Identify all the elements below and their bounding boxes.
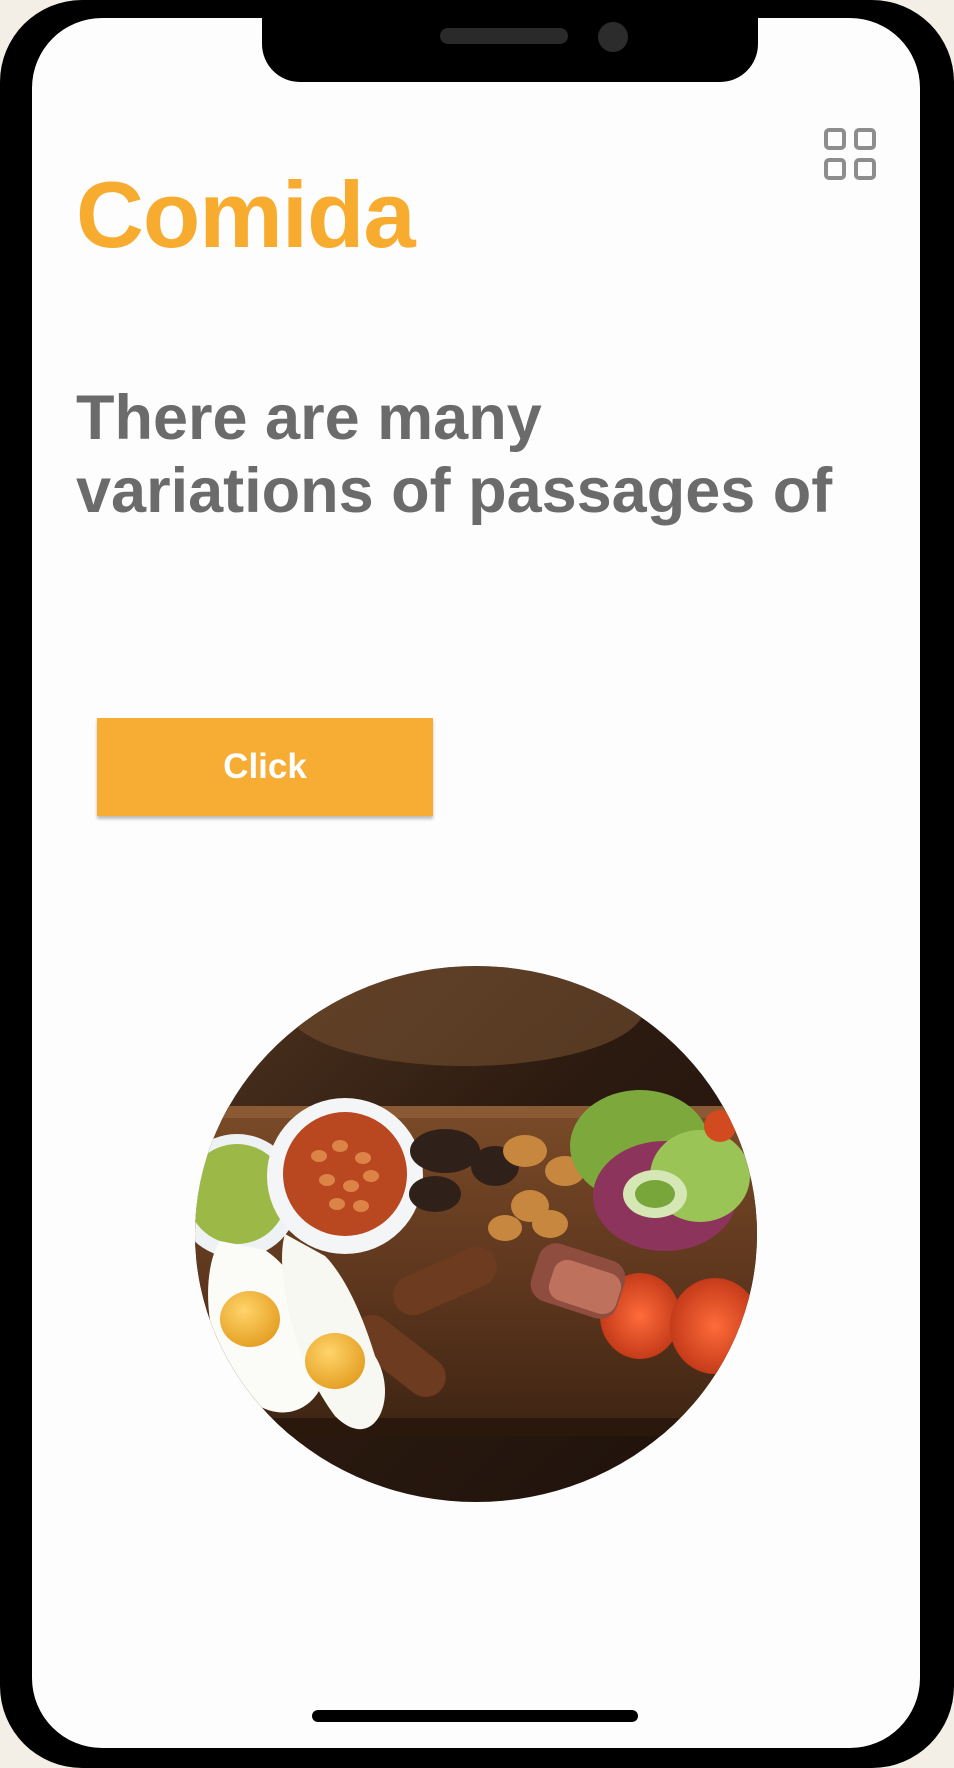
camera-icon xyxy=(598,22,628,52)
grid-menu-icon[interactable] xyxy=(824,128,876,180)
breakfast-photo xyxy=(195,966,757,1502)
phone-notch xyxy=(262,18,758,82)
grid-cell-icon xyxy=(824,158,846,180)
grid-cell-icon xyxy=(854,128,876,150)
grid-cell-icon xyxy=(824,128,846,150)
grid-cell-icon xyxy=(854,158,876,180)
home-indicator[interactable] xyxy=(312,1710,638,1722)
click-button[interactable]: Click xyxy=(97,718,433,816)
headline: There are many variations of passages of xyxy=(76,383,833,527)
speaker-icon xyxy=(440,28,568,44)
app-title: Comida xyxy=(76,162,416,267)
phone-frame: Comida There are many variations of pass… xyxy=(0,0,954,1768)
app-screen: Comida There are many variations of pass… xyxy=(32,18,920,1748)
